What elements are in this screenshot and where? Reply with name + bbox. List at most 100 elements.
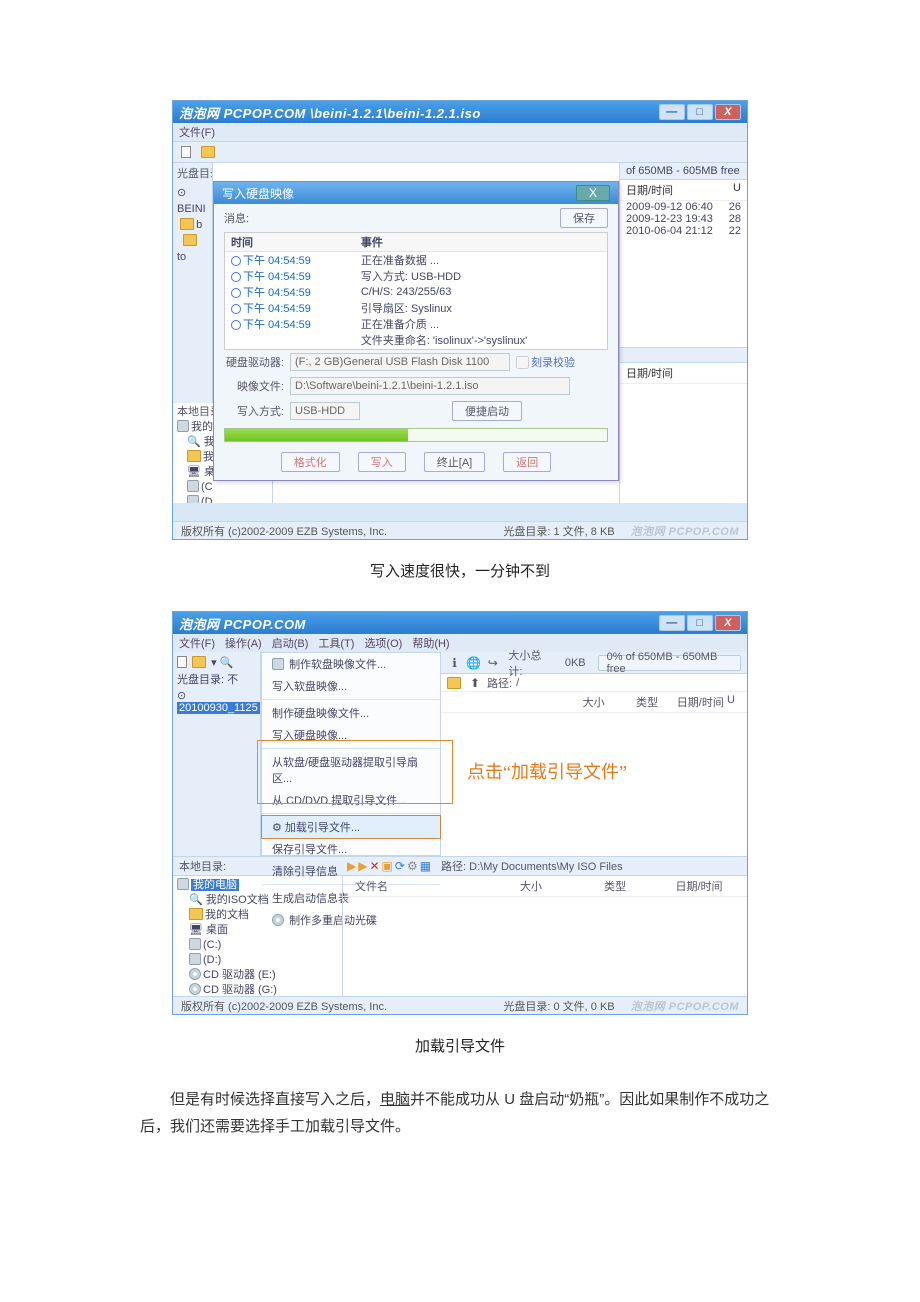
up-icon[interactable]: ⬆	[467, 675, 483, 691]
x-icon[interactable]: ✕	[369, 859, 379, 873]
close-button[interactable]: X	[715, 615, 741, 631]
open-icon[interactable]	[201, 144, 217, 160]
stop-button[interactable]: 终止[A]	[424, 452, 485, 472]
dialog-titlebar: 写入硬盘映像 X	[214, 182, 618, 204]
col-type: 类型	[620, 694, 673, 710]
menu-boot[interactable]: 启动(B)	[272, 635, 309, 651]
col-date: 日期/时间	[657, 878, 741, 894]
menu-options[interactable]: 选项(O)	[364, 635, 402, 651]
drive-select[interactable]: (F:, 2 GB)General USB Flash Disk 1100	[290, 353, 510, 371]
copyright: 版权所有 (c)2002-2009 EZB Systems, Inc.	[173, 523, 395, 539]
menu-item[interactable]: 制作软盘映像文件...	[262, 653, 440, 675]
log-pane: 时间事件 下午 04:54:59正在准备数据 ... 下午 04:54:59写入…	[224, 232, 608, 350]
disk-dir-status: 光盘目录: 1 文件, 8 KB	[495, 523, 622, 539]
disk-dir-status: 光盘目录: 0 文件, 0 KB	[495, 998, 622, 1014]
close-button[interactable]: X	[715, 104, 741, 120]
col-size: 大小	[567, 694, 620, 710]
menu-item[interactable]: 制作硬盘映像文件...	[262, 702, 440, 724]
globe-icon[interactable]: 🌐	[466, 655, 481, 671]
format-button[interactable]: 格式化	[281, 452, 340, 472]
menu-item[interactable]: 写入硬盘映像...	[262, 724, 440, 746]
menu-item[interactable]: 从软盘/硬盘驱动器提取引导扇区...	[262, 751, 440, 789]
window-titlebar: 泡泡网 PCPOP.COM — □ X	[173, 612, 747, 634]
image-path[interactable]: D:\Software\beini-1.2.1\beini-1.2.1.iso	[290, 377, 570, 395]
menu-item[interactable]: 从 CD/DVD 提取引导文件...	[262, 789, 440, 811]
col-u: U	[733, 182, 741, 198]
menu-item[interactable]: 写入软盘映像...	[262, 675, 440, 697]
minimize-button[interactable]: —	[659, 104, 685, 120]
menubar[interactable]: 文件(F)	[173, 123, 747, 141]
watermark: 泡泡网 PCPOP.COM	[623, 523, 747, 539]
verify-checkbox[interactable]	[516, 356, 529, 369]
col-size: 大小	[489, 878, 573, 894]
menu-item-load-boot[interactable]: ⚙ 加载引导文件...	[261, 815, 441, 839]
quickboot-button[interactable]: 便捷启动	[452, 401, 522, 421]
disk-dir-label: 光盘目录	[173, 163, 212, 183]
status-bar: 版权所有 (c)2002-2009 EZB Systems, Inc. 光盘目录…	[173, 996, 747, 1014]
menubar[interactable]: 文件(F) 操作(A) 启动(B) 工具(T) 选项(O) 帮助(H)	[173, 634, 747, 652]
watermark: 泡泡网 PCPOP.COM	[623, 998, 747, 1014]
menu-help[interactable]: 帮助(H)	[412, 635, 449, 651]
verify-label: 刻录校验	[531, 354, 575, 370]
screenshot-1: 泡泡网 PCPOP.COM \beini-1.2.1\beini-1.2.1.i…	[172, 100, 748, 540]
gear-icon[interactable]: ⚙	[407, 859, 418, 873]
tree-root[interactable]: ⊙ BEINI	[177, 185, 208, 217]
boot-menu-dropdown: 制作软盘映像文件... 写入软盘映像... 制作硬盘映像文件... 写入硬盘映像…	[261, 652, 441, 856]
save-button[interactable]: 保存	[560, 208, 608, 228]
image-label: 映像文件:	[224, 378, 284, 394]
menu-tools[interactable]: 工具(T)	[318, 635, 354, 651]
right-pane: ℹ 🌐 ↪ 大小总计: 0KB 0% of 650MB - 650MB free…	[441, 652, 747, 856]
dialog-close-button[interactable]: X	[576, 185, 610, 201]
play2-icon[interactable]: ▶	[358, 859, 367, 873]
menu-file[interactable]: 文件(F)	[179, 124, 215, 140]
caption-1: 写入速度很快，一分钟不到	[0, 560, 920, 581]
disk-dir-label: 光盘目录:	[177, 674, 224, 686]
drive-label: 硬盘驱动器:	[224, 354, 284, 370]
left-pane: ▾ 🔍 光盘目录: 不 ⊙ 20100930_1125	[173, 652, 261, 856]
layers-icon[interactable]: ▦	[420, 859, 431, 873]
tree-item[interactable]: b	[177, 217, 208, 233]
path-label: 路径:	[441, 861, 466, 873]
side-pane: of 650MB - 605MB free 日期/时间U 2009-09-12 …	[619, 163, 747, 503]
info-icon[interactable]: ℹ	[447, 655, 462, 671]
col-filename: 文件名	[349, 878, 489, 894]
col-type: 类型	[573, 878, 657, 894]
mid-toolbar: 本地目录: ▶ ▶ ✕ ▣ ⟳ ⚙ ▦ 路径: D:\My Documents\…	[173, 856, 747, 876]
arrow-icon[interactable]: ↪	[485, 655, 500, 671]
size-total-value: 0KB	[557, 657, 594, 669]
write-disk-dialog: 写入硬盘映像 X 消息: 保存 时间事件 下午 04:54:59正在准备数据 .…	[213, 181, 619, 481]
mode-select[interactable]: USB-HDD	[290, 402, 360, 420]
folder-icon[interactable]	[447, 675, 463, 691]
capacity-label: of 650MB - 605MB free	[620, 163, 747, 180]
maximize-button[interactable]: □	[687, 615, 713, 631]
screenshot-2: 泡泡网 PCPOP.COM — □ X 文件(F) 操作(A) 启动(B) 工具…	[172, 611, 748, 1015]
mode-label: 写入方式:	[224, 403, 284, 419]
path-value: D:\My Documents\My ISO Files	[469, 861, 622, 873]
minimize-button[interactable]: —	[659, 615, 685, 631]
play-icon[interactable]: ▶	[347, 859, 356, 873]
menu-file[interactable]: 文件(F)	[179, 635, 215, 651]
menu-action[interactable]: 操作(A)	[225, 635, 262, 651]
tree-mycomputer[interactable]: 我的电脑	[177, 878, 338, 893]
local-dir-label: 本地目录:	[173, 858, 263, 874]
nav-icon[interactable]: ⟳	[395, 859, 405, 873]
col-date2: 日期/时间	[626, 365, 741, 381]
back-button[interactable]: 返回	[503, 452, 551, 472]
new-icon[interactable]	[179, 144, 195, 160]
tree-item[interactable]: to	[177, 233, 208, 265]
col-date: 日期/时间	[674, 694, 727, 710]
col-date: 日期/时间	[626, 182, 733, 198]
window-titlebar: 泡泡网 PCPOP.COM \beini-1.2.1\beini-1.2.1.i…	[173, 101, 747, 123]
write-button[interactable]: 写入	[358, 452, 406, 472]
col-time: 时间	[225, 233, 355, 252]
size-total-label: 大小总计:	[508, 647, 552, 679]
tree-selected[interactable]: 20100930_1125	[177, 702, 260, 714]
menu-item[interactable]: 保存引导文件...	[262, 838, 440, 860]
caption-2: 加载引导文件	[0, 1035, 920, 1056]
col-event: 事件	[355, 233, 607, 252]
maximize-button[interactable]: □	[687, 104, 713, 120]
square-icon[interactable]: ▣	[382, 859, 393, 873]
copyright: 版权所有 (c)2002-2009 EZB Systems, Inc.	[173, 998, 395, 1014]
status-bar: 版权所有 (c)2002-2009 EZB Systems, Inc. 光盘目录…	[173, 521, 747, 539]
capacity-bar: 0% of 650MB - 650MB free	[598, 655, 741, 671]
